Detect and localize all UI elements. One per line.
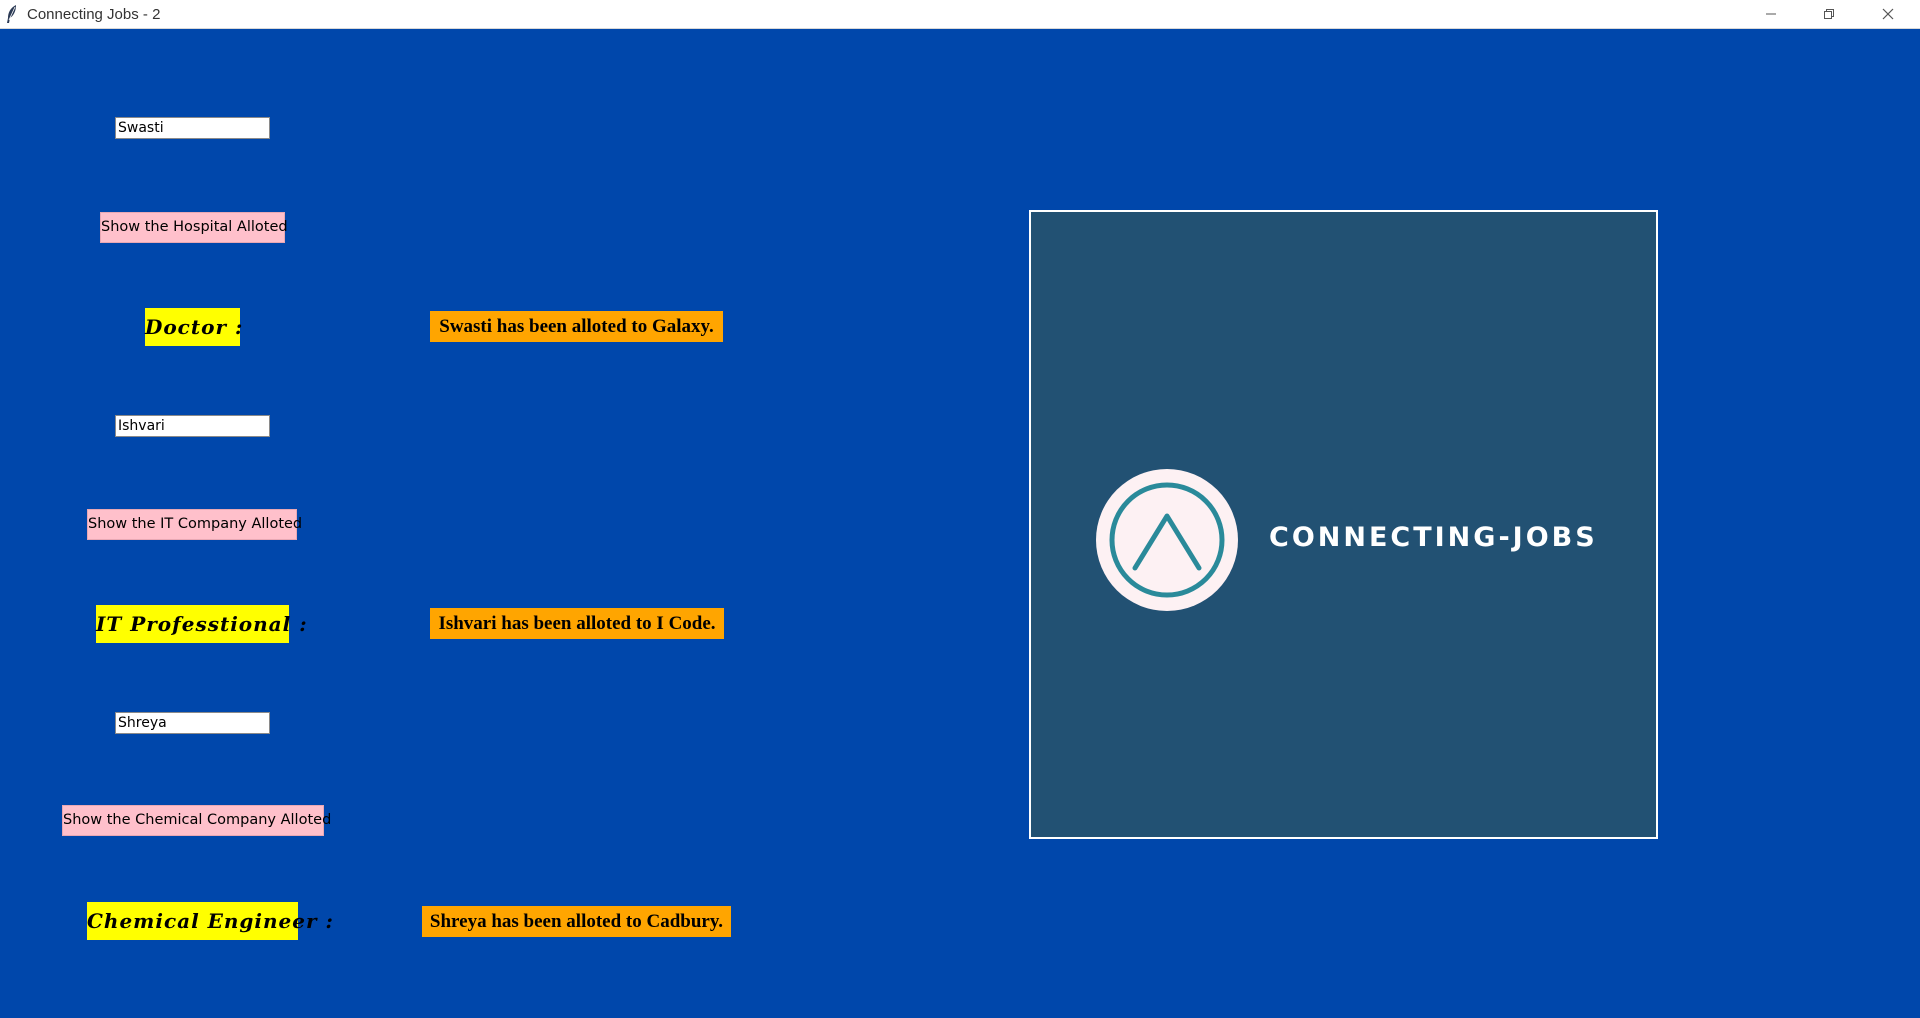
- it-result-label: Ishvari has been alloted to I Code.: [430, 608, 724, 639]
- chevron-up-circle-icon: [1096, 469, 1238, 611]
- it-role-label: IT Professtional :: [96, 605, 307, 643]
- minimize-icon: [1765, 8, 1777, 20]
- chemical-result-label: Shreya has been alloted to Cadbury.: [422, 906, 731, 937]
- logo-text: CONNECTING-JOBS: [1269, 522, 1598, 553]
- doctor-name-input[interactable]: [115, 117, 270, 139]
- close-icon: [1882, 8, 1894, 20]
- show-chemical-company-button[interactable]: Show the Chemical Company Alloted: [62, 805, 331, 836]
- minimize-button[interactable]: [1743, 0, 1799, 28]
- logo-image: CONNECTING-JOBS: [1029, 210, 1658, 839]
- chemical-name-input[interactable]: [115, 712, 270, 734]
- doctor-result-label: Swasti has been alloted to Galaxy.: [430, 311, 723, 342]
- app-window: Connecting Jobs - 2 Show t: [0, 0, 1920, 1018]
- close-button[interactable]: [1860, 0, 1916, 28]
- restore-icon: [1823, 8, 1835, 20]
- show-it-company-button[interactable]: Show the IT Company Alloted: [87, 509, 302, 540]
- it-name-input[interactable]: [115, 415, 270, 437]
- chemical-role-label: Chemical Engineer :: [87, 902, 333, 940]
- title-bar: Connecting Jobs - 2: [0, 0, 1920, 29]
- show-hospital-button[interactable]: Show the Hospital Alloted: [100, 212, 288, 243]
- doctor-role-label: Doctor :: [145, 308, 242, 346]
- window-title: Connecting Jobs - 2: [27, 6, 161, 23]
- feather-icon: [4, 4, 20, 24]
- restore-button[interactable]: [1801, 0, 1857, 28]
